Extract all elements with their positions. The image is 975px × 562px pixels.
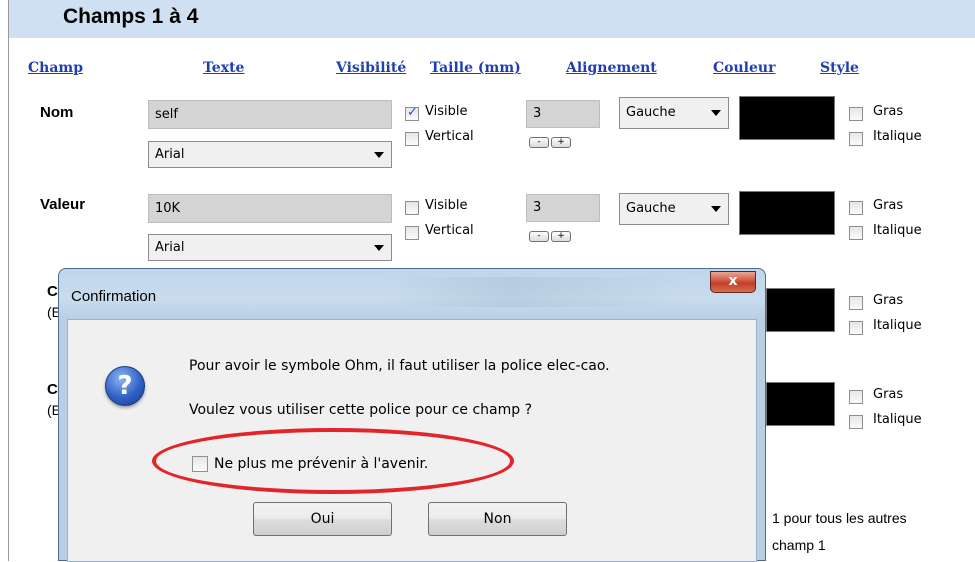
valeur-visible-label: Visible	[425, 198, 468, 213]
row3-bold-label: Gras	[873, 293, 904, 308]
row-label-valeur: Valeur	[40, 196, 86, 213]
valeur-bold-label: Gras	[873, 198, 904, 213]
nom-bold-checkbox[interactable]	[849, 107, 863, 121]
chevron-down-icon	[711, 110, 721, 116]
row4-bold-checkbox[interactable]	[849, 390, 863, 404]
nom-size-decrement[interactable]: -	[529, 137, 549, 148]
no-button[interactable]: Non	[428, 502, 567, 536]
close-icon: x	[728, 273, 738, 289]
header-style[interactable]: Style	[820, 60, 859, 76]
nom-size-increment[interactable]: +	[551, 137, 571, 148]
highlight-ellipse	[152, 428, 514, 494]
header-couleur[interactable]: Couleur	[713, 60, 775, 76]
valeur-italic-checkbox[interactable]	[849, 226, 863, 240]
dialog-title: Confirmation	[71, 288, 157, 305]
header-texte[interactable]: Texte	[203, 60, 244, 76]
chevron-down-icon	[374, 245, 384, 251]
row4-color-swatch[interactable]	[766, 382, 835, 426]
row4-bold-label: Gras	[873, 387, 904, 402]
title-bar-glass	[389, 277, 689, 307]
valeur-italic-label: Italique	[873, 223, 922, 238]
question-icon: ?	[105, 366, 145, 406]
yes-button[interactable]: Oui	[253, 502, 392, 536]
row4-label-fragment: C	[47, 381, 58, 398]
nom-vertical-label: Vertical	[425, 129, 474, 144]
row3-italic-checkbox[interactable]	[849, 321, 863, 335]
confirmation-dialog: Confirmation x ? Pour avoir le symbole O…	[58, 268, 766, 562]
nom-color-swatch[interactable]	[739, 96, 835, 140]
row3-bold-checkbox[interactable]	[849, 296, 863, 310]
valeur-size-decrement[interactable]: -	[529, 231, 549, 242]
nom-align-value: Gauche	[626, 105, 676, 120]
nom-italic-checkbox[interactable]	[849, 132, 863, 146]
valeur-size-field[interactable]: 3	[526, 194, 600, 222]
valeur-vertical-checkbox[interactable]	[405, 226, 419, 240]
header-visibilite[interactable]: Visibilité	[336, 60, 406, 76]
close-button[interactable]: x	[710, 271, 756, 293]
section-header-bar: Champs 1 à 4	[9, 0, 975, 38]
header-alignement[interactable]: Alignement	[566, 60, 657, 76]
valeur-visible-checkbox[interactable]	[405, 201, 419, 215]
valeur-bold-checkbox[interactable]	[849, 201, 863, 215]
valeur-font-value: Arial	[155, 240, 185, 255]
valeur-vertical-label: Vertical	[425, 223, 474, 238]
row-label-nom: Nom	[40, 104, 74, 121]
nom-font-value: Arial	[155, 147, 185, 162]
valeur-align-select[interactable]: Gauche	[619, 193, 729, 225]
nom-font-select[interactable]: Arial	[148, 141, 392, 168]
nom-text-field[interactable]: self	[148, 100, 392, 129]
nom-visible-label: Visible	[425, 104, 468, 119]
header-taille[interactable]: Taille (mm)	[430, 60, 521, 76]
nom-bold-label: Gras	[873, 104, 904, 119]
section-title: Champs 1 à 4	[63, 5, 199, 28]
valeur-font-select[interactable]: Arial	[148, 234, 392, 261]
header-champ[interactable]: Champ	[28, 60, 83, 76]
nom-size-field[interactable]: 3	[526, 100, 600, 128]
row3-label-fragment: C	[47, 283, 58, 300]
valeur-text-field[interactable]: 10K	[148, 194, 392, 223]
valeur-align-value: Gauche	[626, 201, 676, 216]
valeur-size-increment[interactable]: +	[551, 231, 571, 242]
row3-color-swatch[interactable]	[766, 288, 835, 332]
row4-italic-checkbox[interactable]	[849, 415, 863, 429]
nom-italic-label: Italique	[873, 129, 922, 144]
chevron-down-icon	[711, 206, 721, 212]
chevron-down-icon	[374, 152, 384, 158]
dialog-message-line2: Voulez vous utiliser cette police pour c…	[189, 402, 533, 418]
dialog-message-line1: Pour avoir le symbole Ohm, il faut utili…	[189, 358, 610, 374]
row4-italic-label: Italique	[873, 412, 922, 427]
nom-vertical-checkbox[interactable]	[405, 132, 419, 146]
valeur-color-swatch[interactable]	[739, 191, 835, 235]
row3-italic-label: Italique	[873, 318, 922, 333]
nom-visible-checkbox[interactable]	[405, 105, 419, 121]
nom-align-select[interactable]: Gauche	[619, 97, 729, 129]
bottom-note-line1: 1 pour tous les autres	[772, 510, 907, 526]
bottom-note-line2: champ 1	[772, 537, 826, 553]
